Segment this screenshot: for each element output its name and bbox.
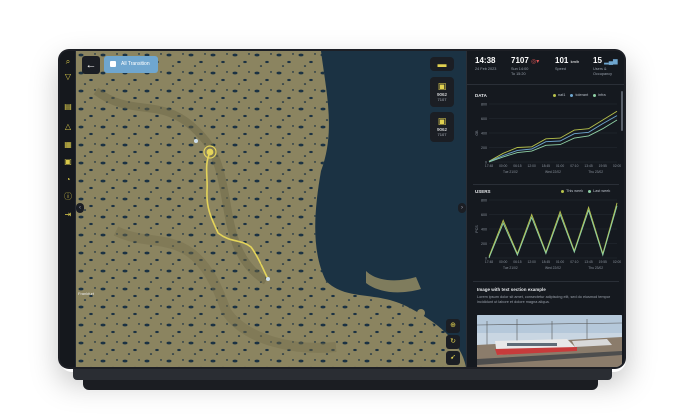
stat-time: 14:38 24 Feb 2023 xyxy=(475,56,497,71)
users-chart: 0200400600800PCS17:48 00:00 06:15 12:00 18:4… xyxy=(475,198,621,270)
transition-chip-label: All Transition xyxy=(121,61,150,67)
x-tick-label: 01:00 xyxy=(556,260,564,264)
panel-scrollbar[interactable] xyxy=(621,91,623,131)
train-sub: 7107 xyxy=(437,132,447,137)
stat-speed: 101 km/h Speed xyxy=(555,56,580,71)
stat-train: 7107 ◎▾ Sun 14:00 To 15:20 xyxy=(511,56,540,76)
refresh-icon[interactable]: ↻ xyxy=(446,335,460,349)
x-group-label: Tue 21/02 xyxy=(503,266,518,270)
image-section-title: Image with text section example xyxy=(477,287,546,292)
warning-icon[interactable]: △ xyxy=(62,121,74,133)
y-tick-label: 200 xyxy=(481,242,487,246)
y-tick-label: 800 xyxy=(481,198,487,202)
info-icon[interactable]: ⓘ xyxy=(62,191,74,203)
device-stand xyxy=(73,368,612,380)
image-section-text: Lorem ipsum dolor sit amet, consectetur … xyxy=(477,295,611,304)
device-frame: ⌕ ▽ ▤ △ ▦ ▣ ◔ ⓘ ⇥ Frankfurt ← All Transi… xyxy=(58,49,626,369)
train-icon: ▬ xyxy=(437,59,447,69)
x-tick-label: 07:10 xyxy=(570,164,578,168)
transition-filter-chip[interactable]: All Transition xyxy=(104,56,158,73)
y-tick-label: 200 xyxy=(481,146,487,150)
x-tick-label: 18:45 xyxy=(542,260,550,264)
collapse-left-handle[interactable]: ‹ xyxy=(76,203,84,213)
left-icon-rail: ⌕ ▽ ▤ △ ▦ ▣ ◔ ⓘ ⇥ xyxy=(60,51,76,367)
x-group-label: Tue 21/02 xyxy=(503,170,518,174)
locate-icon[interactable]: ⊕ xyxy=(446,319,460,333)
x-tick-label: 13:45 xyxy=(584,260,592,264)
logout-icon[interactable]: ⇥ xyxy=(62,209,74,221)
x-tick-label: 00:00 xyxy=(499,260,507,264)
users-legend: This week Last week xyxy=(557,189,610,193)
data-legend: nat1 tolerant infra xyxy=(549,93,606,97)
series-line-0 xyxy=(488,202,618,257)
calendar-icon[interactable]: ▦ xyxy=(62,139,74,151)
train-photo[interactable] xyxy=(477,315,622,367)
x-tick-label: 18:45 xyxy=(542,164,550,168)
x-tick-label: 13:45 xyxy=(584,164,592,168)
train-list-button[interactable]: ▬ xyxy=(430,57,454,71)
x-tick-label: 19:55 xyxy=(599,164,607,168)
x-tick-label: 17:48 xyxy=(485,164,493,168)
city-label: Frankfurt xyxy=(78,291,95,296)
data-chart: 0200400600800GB17:48 00:00 06:15 12:00 18:45… xyxy=(475,102,621,174)
x-tick-label: 06:15 xyxy=(513,260,521,264)
train-image xyxy=(477,315,622,367)
users-section-title: USERS xyxy=(475,189,491,194)
x-tick-label: 06:15 xyxy=(513,164,521,168)
train-icon[interactable]: ▣ xyxy=(62,156,74,168)
x-tick-label: 00:00 xyxy=(499,164,507,168)
train-route xyxy=(194,139,270,281)
map-view[interactable]: Frankfurt ← All Transition ▬ ▣ 9062 7107… xyxy=(76,51,466,367)
x-tick-label: 07:10 xyxy=(570,260,578,264)
details-panel: 14:38 24 Feb 2023 7107 ◎▾ Sun 14:00 To 1… xyxy=(466,51,624,367)
alert-icon: ◎▾ xyxy=(531,59,540,65)
y-tick-label: 400 xyxy=(481,227,487,231)
train-icon: ▣ xyxy=(437,81,447,91)
x-group-label: Wed 22/02 xyxy=(545,266,561,270)
train-icon xyxy=(110,60,116,67)
x-tick-label: 19:55 xyxy=(599,260,607,264)
train-card-2[interactable]: ▣ 9062 7107 xyxy=(430,112,454,142)
y-tick-label: 600 xyxy=(481,213,487,217)
stat-users: 15 ▂▄▆ Users & Occupancy xyxy=(593,56,618,76)
app-screen: ⌕ ▽ ▤ △ ▦ ▣ ◔ ⓘ ⇥ Frankfurt ← All Transi… xyxy=(60,51,624,367)
x-tick-label: 17:48 xyxy=(485,260,493,264)
y-axis-label: PCS xyxy=(475,225,479,233)
data-section-title: DATA xyxy=(475,93,487,98)
y-axis-label: GB xyxy=(475,130,479,136)
train-icon: ▣ xyxy=(437,116,447,126)
layers-icon[interactable]: ▤ xyxy=(62,101,74,113)
y-tick-label: 400 xyxy=(481,131,487,135)
filter-icon[interactable]: ▽ xyxy=(62,71,74,83)
collapse-right-handle[interactable]: › xyxy=(458,203,466,213)
y-tick-label: 800 xyxy=(481,102,487,106)
x-tick-label: 12:00 xyxy=(528,164,536,168)
x-group-label: Thu 23/02 xyxy=(588,266,603,270)
train-sub: 7107 xyxy=(437,97,447,102)
signal-icon: ▂▄▆ xyxy=(604,59,618,65)
x-group-label: Thu 23/02 xyxy=(588,170,603,174)
train-card-1[interactable]: ▣ 9062 7107 xyxy=(430,77,454,107)
x-tick-label: 12:00 xyxy=(528,260,536,264)
back-button[interactable]: ← xyxy=(82,56,100,74)
chat-icon[interactable]: ◔ xyxy=(62,174,74,186)
x-tick-label: 01:00 xyxy=(556,164,564,168)
x-group-label: Wed 22/02 xyxy=(545,170,561,174)
compass-icon[interactable]: ➹ xyxy=(446,351,460,365)
stats-bar: 14:38 24 Feb 2023 7107 ◎▾ Sun 14:00 To 1… xyxy=(467,51,624,85)
y-tick-label: 600 xyxy=(481,117,487,121)
search-icon[interactable]: ⌕ xyxy=(62,56,74,68)
x-tick-label: 02:00 xyxy=(613,164,621,168)
x-tick-label: 02:00 xyxy=(613,260,621,264)
